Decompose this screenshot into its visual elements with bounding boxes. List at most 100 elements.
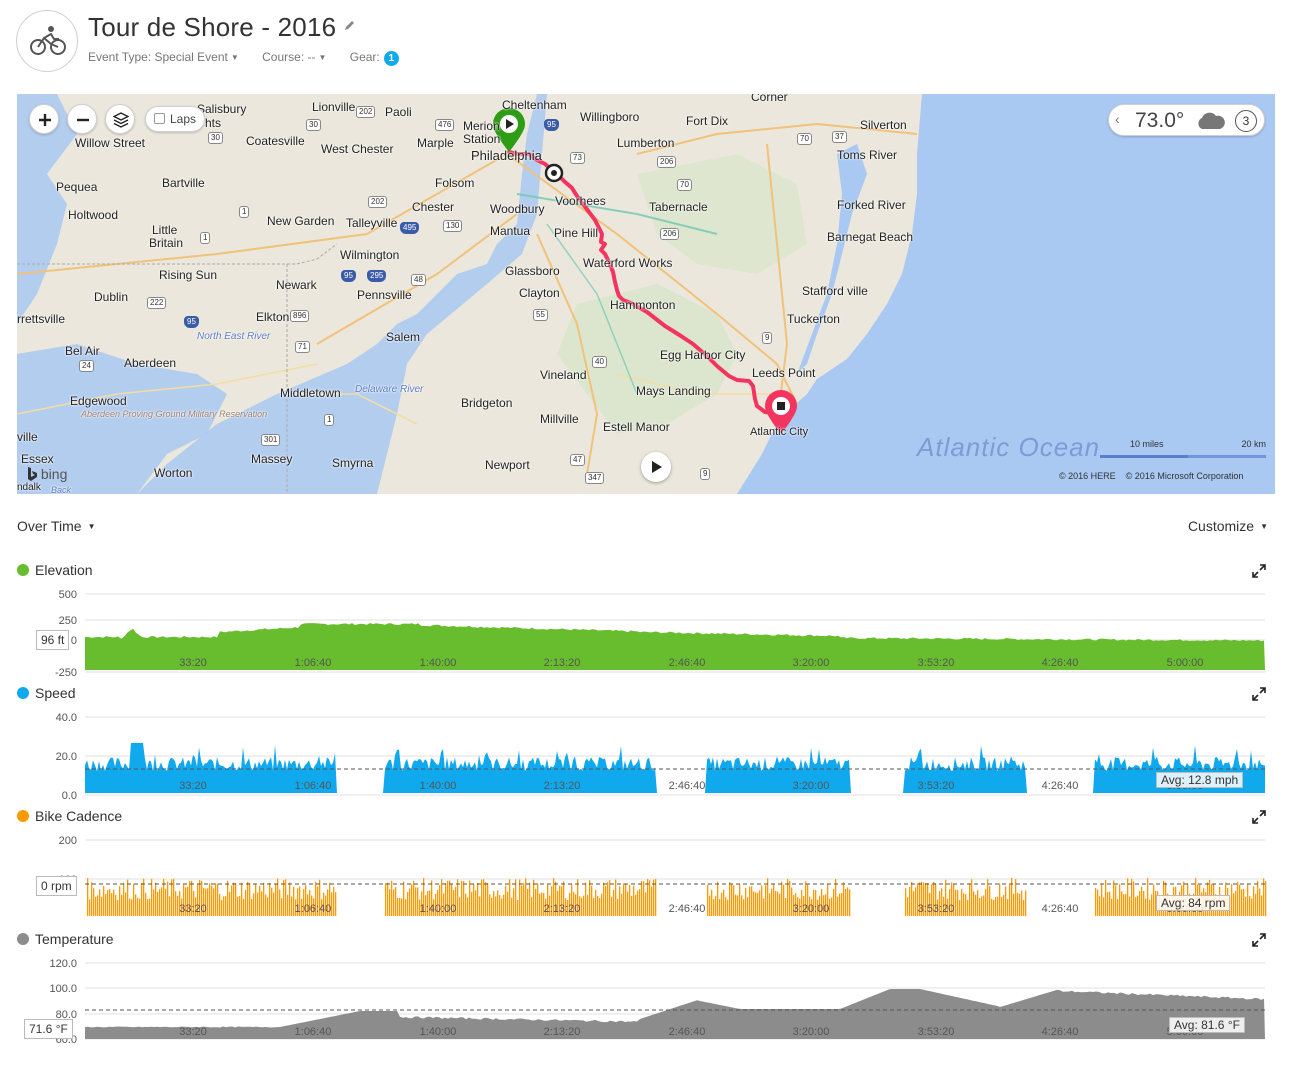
x-tick-label: 3:53:20 [918,903,955,915]
highway-shield: 206 [660,228,680,240]
cadence-bar [507,891,509,916]
map-label-willow-street: Willow Street [75,136,146,150]
x-tick-label: 33:20 [179,903,207,915]
map-label-leeds-point: Leeds Point [752,366,816,380]
x-tick-label: 1:40:00 [420,780,457,792]
cadence-bar [137,897,139,916]
cadence-bar [989,886,991,916]
cadence-bar [1113,880,1115,916]
map-label-corner: Corner [751,94,788,104]
cadence-bar [177,895,179,916]
cadence-bar [833,888,835,916]
cadence-bar [581,897,583,916]
map-label-millville: Millville [540,412,579,426]
cadence-bar [259,885,261,916]
cadence-bar [627,891,629,916]
course-dropdown[interactable]: Course: -- ▼ [262,50,326,64]
cadence-bar [1137,895,1139,916]
cadence-bar [1265,881,1267,916]
cadence-bar [1103,897,1105,916]
cadence-bar [1123,894,1125,916]
chevron-left-icon[interactable]: ‹ [1115,111,1120,127]
highway-shield: 73 [570,152,585,164]
speed-chart[interactable]: Speed 40.0 20.0 0.0 33:20 1:06:40 1:40:00 2:13:… [0,685,1314,808]
activity-title[interactable]: Tour de Shore - 2016 [88,12,336,43]
map-label-dublin: Dublin [94,290,129,304]
elevation-current-value: 96 ft [36,630,70,650]
cadence-chart[interactable]: Bike Cadence20010033:201:06:401:40:002:1… [0,808,1314,931]
laps-checkbox[interactable] [154,113,165,124]
map-layers-button[interactable] [105,104,135,134]
cadence-bar [1253,886,1255,916]
cadence-bar [209,883,211,916]
cadence-bar [213,888,215,916]
x-tick-label: 2:13:20 [544,780,581,792]
elevation-chart[interactable]: Elevation 500 250 0 -250 33:20 1:06:40 1:40:00 2… [0,562,1314,685]
cadence-bar [841,892,843,916]
x-tick-label: 3:20:00 [793,1026,830,1038]
cadence-bar [1153,884,1155,916]
cadence-bar [89,899,91,916]
cadence-bar [631,895,633,916]
event-type-dropdown[interactable]: Event Type: Special Event ▼ [88,50,239,64]
cadence-bar [1009,884,1011,916]
cadence-bar [1135,897,1137,916]
zoom-in-button[interactable] [29,104,59,134]
y-tick-label: -250 [55,667,77,679]
cadence-bar [387,882,389,916]
layers-icon [113,112,129,128]
map-label-tuckerton: Tuckerton [787,312,840,326]
x-tick-label: 3:20:00 [793,657,830,669]
scale-miles-label: 10 miles [1130,439,1164,449]
map-label-voorhees: Voorhees [555,194,606,208]
weather-widget[interactable]: ‹ 73.0° 3 [1108,104,1265,136]
map-label-clayton: Clayton [519,286,560,300]
cadence-bar [617,898,619,916]
cadence-bar [165,888,167,916]
cadence-bar [135,894,137,916]
cadence-bar [491,897,493,916]
cadence-bar [463,881,465,916]
route-map[interactable]: Lionville Paoli Cheltenham Willingboro C… [17,94,1275,494]
cadence-bar [145,892,147,916]
temperature-chart[interactable]: Temperature 120.0 100.0 80.0 60.0 33:20 1:06:4… [0,931,1314,1054]
scale-line [1100,455,1188,458]
cadence-bar [995,897,997,916]
cadence-bar [1125,894,1127,916]
map-label-aberdeen: Aberdeen [124,356,177,370]
pencil-edit-icon[interactable] [344,18,358,32]
route-playback-button[interactable] [641,452,671,482]
cadence-bar [915,887,917,916]
cadence-bar [997,896,999,916]
cadence-bar [905,888,907,916]
cadence-bar [267,897,269,916]
customize-dropdown[interactable]: Customize ▼ [1188,518,1268,534]
cadence-bar [1129,896,1131,916]
cadence-bar [537,883,539,916]
cadence-bar [167,881,169,916]
cadence-bar [275,883,277,916]
cadence-bar [957,889,959,916]
caret-down-icon: ▼ [1260,522,1268,531]
cadence-bar [1149,899,1151,916]
activity-meta-row: Event Type: Special Event ▼ Course: -- ▼ G… [88,50,419,66]
cadence-bar [721,892,723,916]
weather-count-badge[interactable]: 3 [1235,110,1257,132]
map-label-essex: Essex [21,452,54,466]
cadence-bar [241,882,243,916]
map-label-worton: Worton [154,466,193,480]
zoom-out-button[interactable] [67,104,97,134]
cadence-bar [605,886,607,916]
cadence-bar [117,899,119,916]
gear-link[interactable]: Gear: 1 [350,50,399,66]
highway-shield: 476 [435,119,455,131]
over-time-dropdown[interactable]: Over Time ▼ [17,518,96,534]
cadence-bar [333,886,335,916]
highway-shield: 896 [290,310,310,322]
gear-count-badge[interactable]: 1 [383,51,399,66]
cadence-bar [161,887,163,916]
cadence-bar [283,879,285,916]
cadence-bar [985,888,987,916]
laps-toggle[interactable]: Laps [145,106,206,132]
map-label-edgewood: Edgewood [70,394,127,408]
